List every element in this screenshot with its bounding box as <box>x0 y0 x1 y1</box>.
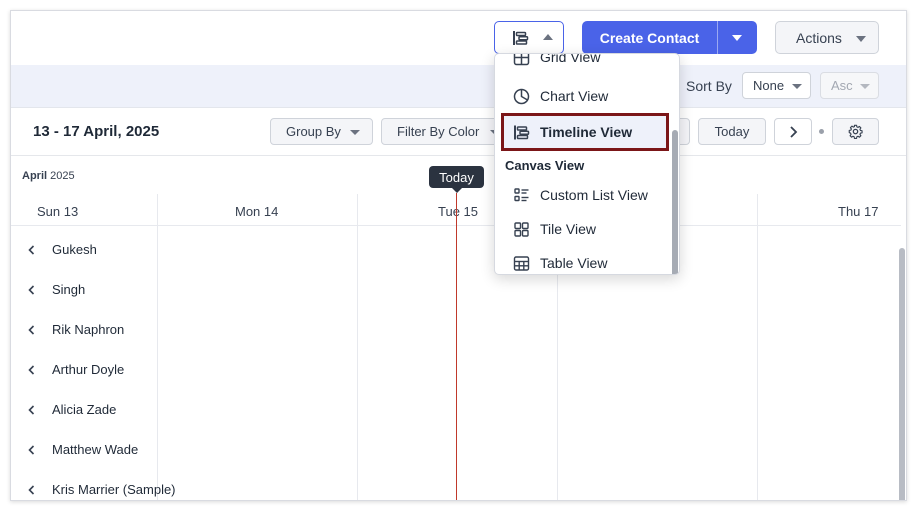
timeline-row[interactable]: Alicia Zade <box>11 390 157 430</box>
row-name: Kris Marrier (Sample) <box>52 482 176 497</box>
today-button-label: Today <box>714 124 750 139</box>
sort-by-label: Sort By <box>686 78 732 94</box>
sort-order-value: Asc <box>831 78 853 93</box>
chevron-left-icon[interactable] <box>27 405 36 415</box>
menu-item-label: Table View <box>540 255 608 271</box>
row-name: Alicia Zade <box>52 402 117 417</box>
year-value: 2025 <box>50 170 75 182</box>
chevron-left-icon[interactable] <box>27 285 36 295</box>
row-name: Singh <box>52 282 86 297</box>
month-name: April <box>22 170 48 182</box>
row-name: Arthur Doyle <box>52 362 125 377</box>
caret-down-icon <box>856 36 866 42</box>
timeline-row[interactable]: Gukesh <box>11 230 157 270</box>
row-name: Matthew Wade <box>52 442 139 457</box>
menu-scrollbar-thumb[interactable] <box>672 130 678 274</box>
day-header-tue-15: Tue 15 <box>438 204 478 219</box>
filter-by-color-label: Filter By Color <box>397 124 480 139</box>
group-by-button[interactable]: Group By <box>270 118 373 145</box>
timeline-row[interactable]: Singh <box>11 270 157 310</box>
divider <box>11 155 906 156</box>
today-marker-line <box>456 193 457 500</box>
create-contact-button[interactable]: Create Contact <box>582 21 757 54</box>
timeline-view-icon <box>513 31 529 45</box>
chevron-left-icon[interactable] <box>27 445 36 455</box>
menu-item-table-view[interactable]: Table View <box>495 248 671 274</box>
timeline-view-icon <box>514 125 530 139</box>
day-header-sun-13: Sun 13 <box>37 204 79 219</box>
table-view-icon <box>513 255 530 271</box>
next-period-button[interactable] <box>774 118 812 145</box>
sort-bar: Sort By None Asc <box>11 65 906 107</box>
month-year-label: April 2025 <box>22 170 75 182</box>
caret-down-icon <box>860 84 870 89</box>
split-divider <box>717 21 718 54</box>
filter-by-color-button[interactable]: Filter By Color <box>381 118 501 145</box>
view-switcher-menu: Grid View Chart View Timeline View Canva… <box>494 53 680 275</box>
custom-list-icon <box>514 187 529 201</box>
menu-item-label: Tile View <box>540 221 597 237</box>
app-window: Create Contact Actions Sort By None Asc … <box>10 10 907 501</box>
timeline-panel: 13 - 17 April, 2025 Group By Filter By C… <box>11 107 906 500</box>
group-by-label: Group By <box>286 124 341 139</box>
caret-down-icon <box>350 130 360 135</box>
vertical-scrollbar-thumb[interactable] <box>899 248 905 500</box>
menu-section-canvas-view: Canvas View <box>505 158 585 173</box>
column-divider <box>757 194 758 500</box>
timeline-row[interactable]: Arthur Doyle <box>11 350 157 390</box>
caret-down-icon[interactable] <box>732 35 742 41</box>
row-name: Gukesh <box>52 242 97 257</box>
caret-up-icon <box>543 34 553 40</box>
tile-view-icon <box>514 221 529 237</box>
date-range-title: 13 - 17 April, 2025 <box>33 123 160 140</box>
today-button[interactable]: Today <box>698 118 766 145</box>
actions-label: Actions <box>796 29 842 46</box>
day-header-thu-17: Thu 17 <box>838 204 879 219</box>
today-marker-label: Today <box>429 166 484 193</box>
column-divider <box>357 194 358 500</box>
sort-field-value: None <box>753 78 785 93</box>
menu-item-timeline-view[interactable]: Timeline View <box>501 113 669 151</box>
row-name: Rik Naphron <box>52 322 125 337</box>
chevron-left-icon[interactable] <box>27 365 36 375</box>
actions-button[interactable]: Actions <box>775 21 879 54</box>
menu-item-custom-list-view[interactable]: Custom List View <box>495 180 671 210</box>
menu-item-label: Custom List View <box>540 187 648 203</box>
chevron-left-icon[interactable] <box>27 325 36 335</box>
menu-item-grid-view[interactable]: Grid View <box>495 53 671 72</box>
create-contact-label: Create Contact <box>599 29 700 46</box>
separator-dot <box>819 129 824 134</box>
settings-button[interactable] <box>832 118 879 145</box>
grid-view-icon <box>513 54 530 65</box>
menu-item-label: Timeline View <box>540 124 633 140</box>
timeline-row[interactable]: Kris Marrier (Sample) <box>11 470 176 500</box>
chevron-left-icon[interactable] <box>27 245 36 255</box>
menu-item-label: Chart View <box>540 88 609 104</box>
sort-order-select: Asc <box>820 72 879 99</box>
column-divider <box>157 194 158 500</box>
pie-chart-icon <box>513 88 530 104</box>
day-header-mon-14: Mon 14 <box>235 204 279 219</box>
menu-item-chart-view[interactable]: Chart View <box>495 81 671 111</box>
gear-icon <box>848 124 863 139</box>
chevron-left-icon[interactable] <box>27 485 36 495</box>
caret-down-icon <box>792 84 802 89</box>
menu-item-tile-view[interactable]: Tile View <box>495 214 671 244</box>
top-bar: Create Contact Actions <box>11 11 906 65</box>
timeline-row[interactable]: Matthew Wade <box>11 430 157 470</box>
sort-field-select[interactable]: None <box>742 72 811 99</box>
menu-item-label: Grid View <box>540 53 601 65</box>
timeline-row[interactable]: Rik Naphron <box>11 310 157 350</box>
view-switcher-button[interactable] <box>494 21 564 54</box>
chevron-right-icon <box>789 125 797 138</box>
